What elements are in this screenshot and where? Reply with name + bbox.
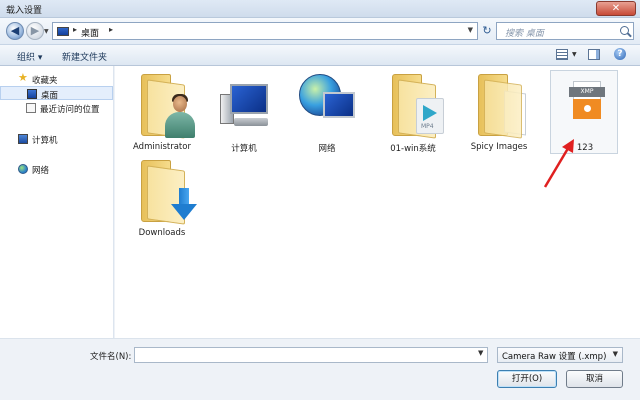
sidebar-item-recent-places[interactable]: 最近访问的位置 xyxy=(0,101,113,115)
file-item-computer[interactable]: 计算机 xyxy=(210,70,278,154)
address-child-arrow[interactable]: ▸ xyxy=(109,25,113,34)
file-item-downloads[interactable]: Downloads xyxy=(128,156,197,240)
back-button[interactable]: ◀ xyxy=(6,22,24,40)
window-title: 载入设置 xyxy=(6,6,43,16)
network-icon xyxy=(18,164,28,174)
file-item-label: Downloads xyxy=(138,228,186,238)
star-icon: ★ xyxy=(18,71,28,84)
navigation-bar: ◀ ▶ ▼ ▸ 桌面 ▸ ▼ ↻ 搜索 桌面 xyxy=(0,18,640,44)
search-icon[interactable] xyxy=(620,26,629,35)
organize-button[interactable]: 组织 ▾ xyxy=(17,50,42,63)
annotation-arrow-icon xyxy=(543,139,574,188)
open-button[interactable]: 打开(O) xyxy=(497,370,557,388)
recent-pages-dropdown[interactable]: ▼ xyxy=(44,28,49,35)
sidebar-item-label: 计算机 xyxy=(32,136,58,146)
file-item-label: Administrator xyxy=(133,142,191,152)
filename-input[interactable] xyxy=(134,347,488,363)
file-item-label: 网络 xyxy=(318,144,336,154)
address-dropdown-icon[interactable]: ▼ xyxy=(468,26,473,34)
recent-places-icon xyxy=(26,103,36,113)
navigation-pane: ★ 收藏夹 桌面 最近访问的位置 计算机 网络 xyxy=(0,66,114,338)
downloads-folder-icon xyxy=(141,160,197,225)
sidebar-item-network[interactable]: 网络 xyxy=(0,162,113,176)
new-folder-button[interactable]: 新建文件夹 xyxy=(62,50,107,63)
file-item-label: 01-win系统 xyxy=(390,144,436,154)
title-bar: 载入设置 ✕ xyxy=(0,0,640,18)
xmp-tag: XMP xyxy=(569,87,605,97)
sidebar-item-desktop[interactable]: 桌面 xyxy=(0,86,113,101)
sidebar-item-label: 网络 xyxy=(32,166,50,176)
address-separator[interactable]: ▸ xyxy=(73,25,77,34)
toolbar: 组织 ▾ 新建文件夹 ▼ ? xyxy=(0,44,640,66)
filetype-value: Camera Raw 设置 (.xmp) xyxy=(502,352,607,362)
desktop-icon xyxy=(57,27,69,36)
help-icon[interactable]: ? xyxy=(614,48,626,60)
computer-icon xyxy=(220,84,270,138)
sidebar-item-favorites[interactable]: ★ 收藏夹 xyxy=(0,72,113,86)
file-item-spicy-images[interactable]: Spicy Images xyxy=(465,70,533,154)
mp4-tag: MP4 xyxy=(421,123,434,130)
cancel-button[interactable]: 取消 xyxy=(566,370,623,388)
file-item-01-win[interactable]: MP4 01-win系统 xyxy=(379,70,447,154)
search-box[interactable]: 搜索 桌面 xyxy=(496,22,634,40)
refresh-button[interactable]: ↻ xyxy=(480,23,494,39)
xmp-file-icon: XMP xyxy=(569,81,605,131)
computer-icon xyxy=(18,134,28,144)
chevron-down-icon: ▼ xyxy=(612,350,618,358)
change-view-icon[interactable] xyxy=(556,49,568,60)
address-location[interactable]: 桌面 xyxy=(81,26,99,39)
window-close-button[interactable]: ✕ xyxy=(596,1,636,16)
address-bar[interactable]: ▸ 桌面 ▸ ▼ xyxy=(52,22,478,40)
sidebar-item-label: 桌面 xyxy=(41,91,59,101)
sidebar-item-label: 最近访问的位置 xyxy=(40,105,100,115)
user-folder-icon xyxy=(141,74,195,139)
document-folder-icon xyxy=(478,74,526,139)
file-name-panel: 文件名(N): ▼ Camera Raw 设置 (.xmp) ▼ 打开(O) 取… xyxy=(0,338,640,400)
file-item-administrator[interactable]: Administrator xyxy=(128,70,196,154)
file-item-network[interactable]: 网络 xyxy=(293,70,361,154)
file-list[interactable]: Administrator 计算机 网络 MP4 01-win系统 Spicy … xyxy=(115,66,640,338)
view-dropdown-icon[interactable]: ▼ xyxy=(572,51,577,58)
filename-label: 文件名(N): xyxy=(90,352,132,362)
file-item-label: Spicy Images xyxy=(470,142,528,152)
video-folder-icon: MP4 xyxy=(392,74,444,139)
search-placeholder: 搜索 桌面 xyxy=(505,29,544,39)
sidebar-item-computer[interactable]: 计算机 xyxy=(0,132,113,146)
forward-button[interactable]: ▶ xyxy=(26,22,44,40)
sidebar-item-label: 收藏夹 xyxy=(32,76,58,86)
filetype-select[interactable]: Camera Raw 设置 (.xmp) ▼ xyxy=(497,347,623,363)
filename-dropdown-icon[interactable]: ▼ xyxy=(478,349,483,357)
desktop-icon xyxy=(27,89,37,99)
preview-pane-icon[interactable] xyxy=(588,49,600,60)
file-item-label: 计算机 xyxy=(231,144,257,154)
